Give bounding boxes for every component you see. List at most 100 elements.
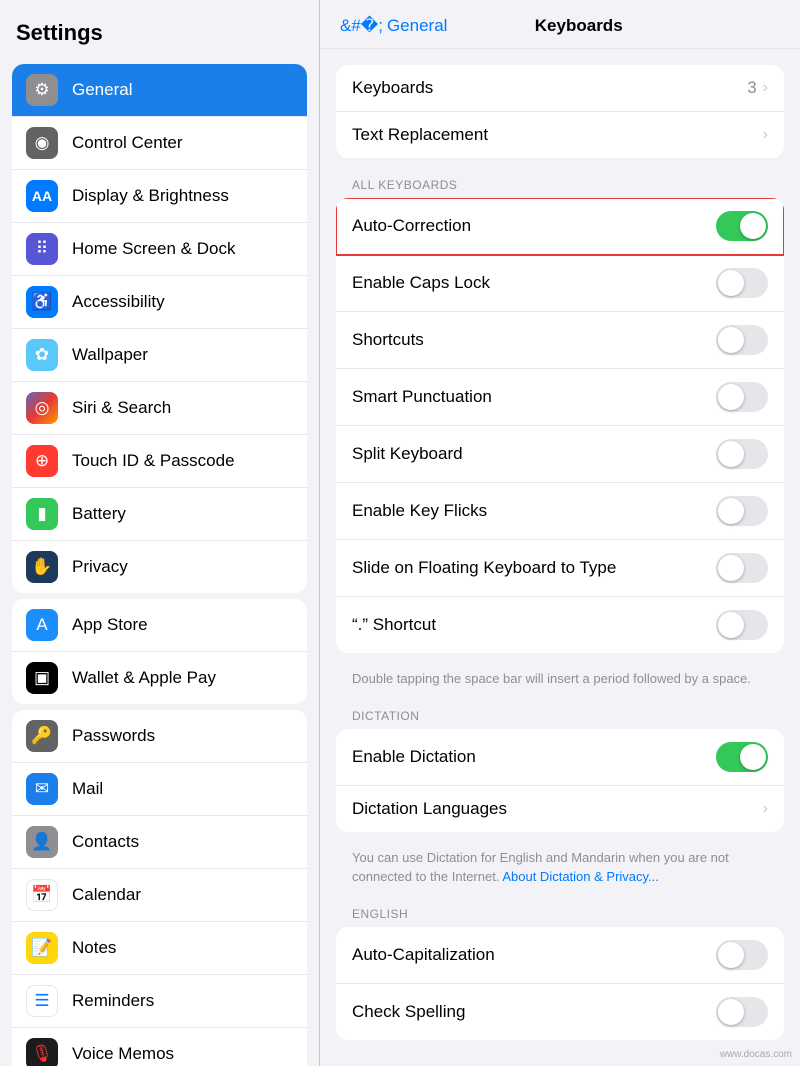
settings-row-check-spelling[interactable]: Check Spelling xyxy=(336,984,784,1040)
accessibility-icon: ♿ xyxy=(26,286,58,318)
sidebar-item-wallet[interactable]: ▣Wallet & Apple Pay xyxy=(12,652,307,704)
sidebar-item-mail[interactable]: ✉ Mail xyxy=(12,763,307,816)
battery-icon: ▮ xyxy=(26,498,58,530)
notes-icon: 📝 xyxy=(26,932,58,964)
sidebar-groups: ⚙ General ◉ Control Center AADisplay & Brigh… xyxy=(0,58,319,1066)
sidebar-item-siri[interactable]: ◎Siri & Search xyxy=(12,382,307,435)
sidebar-item-general[interactable]: ⚙ General xyxy=(12,64,307,117)
row-label-auto-correction: Auto-Correction xyxy=(352,216,716,236)
toggle-slide-floating[interactable] xyxy=(716,553,768,583)
settings-row-text-replacement[interactable]: Text Replacement› xyxy=(336,112,784,158)
sidebar-item-label-mail: Mail xyxy=(72,779,103,799)
sidebar-item-display[interactable]: AADisplay & Brightness xyxy=(12,170,307,223)
chevron-icon-keyboards: › xyxy=(763,79,768,97)
sidebar-item-label-notes: Notes xyxy=(72,938,116,958)
settings-row-smart-punctuation[interactable]: Smart Punctuation xyxy=(336,369,784,426)
settings-row-enable-dictation[interactable]: Enable Dictation xyxy=(336,729,784,786)
sidebar-item-label-battery: Battery xyxy=(72,504,126,524)
settings-row-enable-caps-lock[interactable]: Enable Caps Lock xyxy=(336,255,784,312)
sidebar-item-battery[interactable]: ▮ Battery xyxy=(12,488,307,541)
sidebar-item-accessibility[interactable]: ♿ Accessibility xyxy=(12,276,307,329)
row-label-check-spelling: Check Spelling xyxy=(352,1002,716,1022)
content-panel: &#�; General Keyboards Keyboards3›Text R… xyxy=(320,0,800,1066)
sidebar-item-calendar[interactable]: 📅Calendar xyxy=(12,869,307,922)
sidebar-item-label-display: Display & Brightness xyxy=(72,186,229,206)
toggle-knob-auto-capitalization xyxy=(718,942,744,968)
toggle-check-spelling[interactable] xyxy=(716,997,768,1027)
contacts-icon: 👤 xyxy=(26,826,58,858)
sidebar-item-label-general: General xyxy=(72,80,132,100)
settings-row-slide-floating[interactable]: Slide on Floating Keyboard to Type xyxy=(336,540,784,597)
sidebar-item-label-accessibility: Accessibility xyxy=(72,292,165,312)
toggle-knob-slide-floating xyxy=(718,555,744,581)
sidebar-item-notes[interactable]: 📝 Notes xyxy=(12,922,307,975)
sidebar-item-voicememos[interactable]: 🎙Voice Memos xyxy=(12,1028,307,1066)
toggle-knob-enable-dictation xyxy=(740,744,766,770)
toggle-shortcuts[interactable] xyxy=(716,325,768,355)
settings-row-auto-capitalization[interactable]: Auto-Capitalization xyxy=(336,927,784,984)
wallpaper-icon: ✿ xyxy=(26,339,58,371)
back-button[interactable]: &#�; General xyxy=(340,16,447,36)
sidebar-item-reminders[interactable]: ☰Reminders xyxy=(12,975,307,1028)
row-label-split-keyboard: Split Keyboard xyxy=(352,444,716,464)
mail-icon: ✉ xyxy=(26,773,58,805)
section-note-all-keyboards: Double tapping the space bar will insert… xyxy=(336,663,784,699)
row-label-keyboards: Keyboards xyxy=(352,78,747,98)
chevron-icon-dictation-languages: › xyxy=(763,800,768,818)
settings-row-period-shortcut[interactable]: “.” Shortcut xyxy=(336,597,784,653)
sidebar-item-label-controlcenter: Control Center xyxy=(72,133,183,153)
sidebar-item-label-privacy: Privacy xyxy=(72,557,128,577)
row-label-enable-caps-lock: Enable Caps Lock xyxy=(352,273,716,293)
sidebar-title: Settings xyxy=(0,0,319,58)
sidebar-item-touchid[interactable]: ⊕Touch ID & Passcode xyxy=(12,435,307,488)
toggle-split-keyboard[interactable] xyxy=(716,439,768,469)
sidebar-item-passwords[interactable]: 🔑Passwords xyxy=(12,710,307,763)
sidebar-group-1: AApp Store▣Wallet & Apple Pay xyxy=(12,599,307,704)
section-note-dictation: You can use Dictation for English and Ma… xyxy=(336,842,784,897)
row-label-text-replacement: Text Replacement xyxy=(352,125,763,145)
sidebar-item-controlcenter[interactable]: ◉ Control Center xyxy=(12,117,307,170)
sidebar-item-wallpaper[interactable]: ✿Wallpaper xyxy=(12,329,307,382)
toggle-auto-capitalization[interactable] xyxy=(716,940,768,970)
section-note-link-dictation[interactable]: About Dictation & Privacy... xyxy=(502,869,659,884)
row-label-slide-floating: Slide on Floating Keyboard to Type xyxy=(352,558,716,578)
toggle-enable-caps-lock[interactable] xyxy=(716,268,768,298)
row-value-keyboards: 3 xyxy=(747,78,756,98)
content-body: Keyboards3›Text Replacement›ALL KEYBOARD… xyxy=(320,49,800,1066)
row-label-enable-key-flicks: Enable Key Flicks xyxy=(352,501,716,521)
settings-row-keyboards[interactable]: Keyboards3 › xyxy=(336,65,784,112)
sidebar-item-contacts[interactable]: 👤Contacts xyxy=(12,816,307,869)
sidebar-item-appstore[interactable]: AApp Store xyxy=(12,599,307,652)
sidebar-item-label-homescreen: Home Screen & Dock xyxy=(72,239,235,259)
toggle-knob-split-keyboard xyxy=(718,441,744,467)
chevron-icon-text-replacement: › xyxy=(763,126,768,144)
settings-row-enable-key-flicks[interactable]: Enable Key Flicks xyxy=(336,483,784,540)
sidebar-item-label-siri: Siri & Search xyxy=(72,398,171,418)
toggle-auto-correction[interactable] xyxy=(716,211,768,241)
settings-sections: Keyboards3›Text Replacement›ALL KEYBOARD… xyxy=(336,65,784,1040)
toggle-knob-check-spelling xyxy=(718,999,744,1025)
wallet-icon: ▣ xyxy=(26,662,58,694)
toggle-knob-period-shortcut xyxy=(718,612,744,638)
toggle-knob-enable-key-flicks xyxy=(718,498,744,524)
appstore-icon: A xyxy=(26,609,58,641)
general-icon: ⚙ xyxy=(26,74,58,106)
settings-group-english: Auto-Capitalization Check Spelling xyxy=(336,927,784,1040)
settings-row-shortcuts[interactable]: Shortcuts xyxy=(336,312,784,369)
sidebar: Settings ⚙ General ◉ Control Center AADispla… xyxy=(0,0,320,1066)
toggle-period-shortcut[interactable] xyxy=(716,610,768,640)
toggle-smart-punctuation[interactable] xyxy=(716,382,768,412)
toggle-enable-dictation[interactable] xyxy=(716,742,768,772)
settings-group-all-keyboards: Auto-Correction Enable Caps Lock Shortcuts… xyxy=(336,198,784,653)
settings-row-auto-correction[interactable]: Auto-Correction xyxy=(336,198,784,255)
sidebar-group-2: 🔑Passwords ✉ Mail 👤Contacts📅Calendar 📝 Notes ☰… xyxy=(12,710,307,1066)
toggle-enable-key-flicks[interactable] xyxy=(716,496,768,526)
row-label-dictation-languages: Dictation Languages xyxy=(352,799,763,819)
settings-row-dictation-languages[interactable]: Dictation Languages› xyxy=(336,786,784,832)
settings-row-split-keyboard[interactable]: Split Keyboard xyxy=(336,426,784,483)
sidebar-item-privacy[interactable]: ✋Privacy xyxy=(12,541,307,593)
controlcenter-icon: ◉ xyxy=(26,127,58,159)
homescreen-icon: ⠿ xyxy=(26,233,58,265)
sidebar-item-homescreen[interactable]: ⠿ Home Screen & Dock xyxy=(12,223,307,276)
passwords-icon: 🔑 xyxy=(26,720,58,752)
